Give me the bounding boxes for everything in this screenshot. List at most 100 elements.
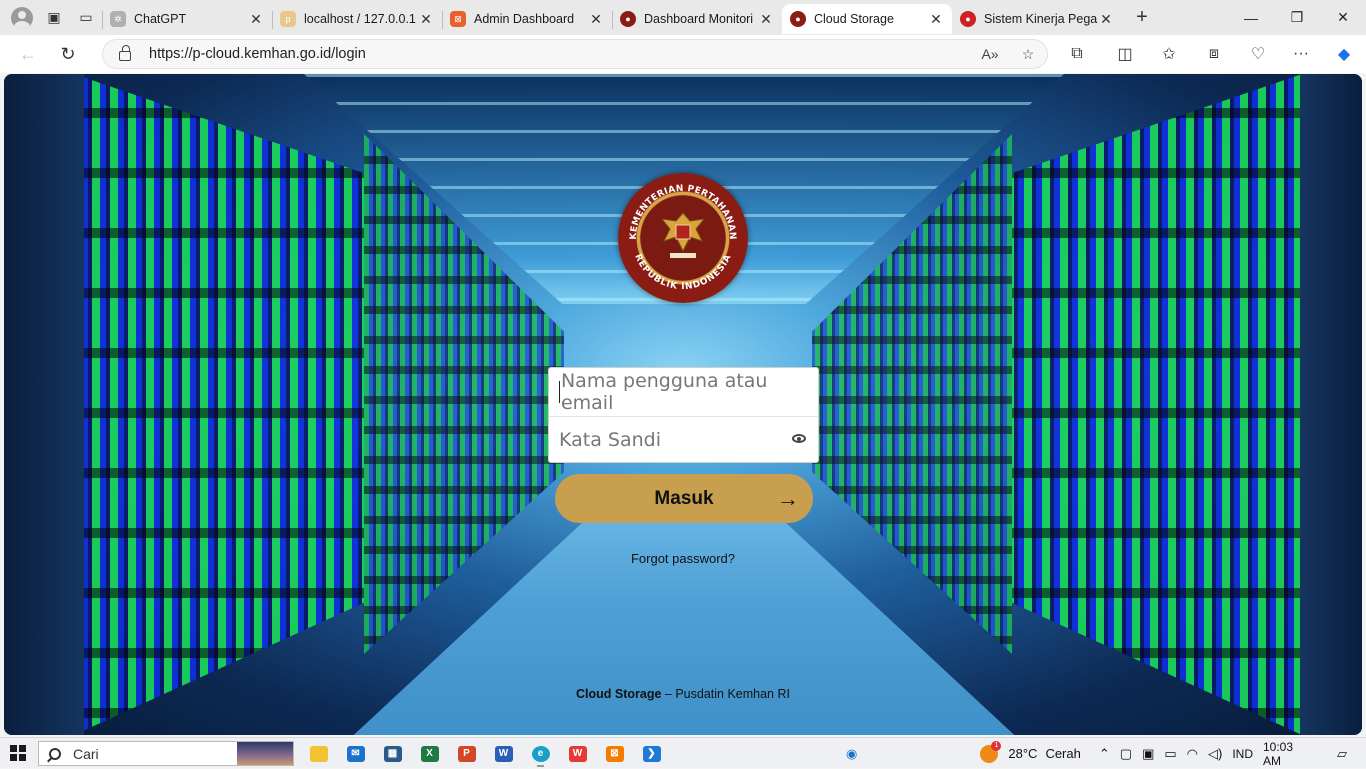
new-tab-button[interactable]: + [1122, 6, 1162, 29]
login-form: Nama pengguna atau email Kata Sandi [548, 367, 819, 463]
input-language[interactable]: IND [1227, 738, 1258, 769]
start-button[interactable] [0, 738, 36, 769]
copilot-icon[interactable]: ◆ [1322, 35, 1366, 73]
back-icon[interactable]: ← [8, 35, 48, 73]
tab-label: ChatGPT [134, 12, 187, 26]
tab-label: localhost / 127.0.0.1 [304, 12, 416, 26]
weather-badge: 1 [991, 740, 1002, 751]
browser-tab-bar: ▣ ▭ ✲ ChatGPT ✕ p localhost / 127.0.0.1 … [0, 0, 1366, 35]
xampp-icon[interactable]: ⊠ [596, 738, 633, 769]
tab-dashboard-monitoring[interactable]: ● Dashboard Monitori ✕ [612, 4, 782, 34]
close-tab-icon[interactable]: ✕ [758, 11, 774, 28]
windows-taskbar: Cari ✉ ▦ X P W e W ⊠ ❯ ◉ 1 28°C Cerah ⌃ … [0, 737, 1366, 768]
clock[interactable]: 10:03 AM [1258, 738, 1318, 769]
weather-temp: 28°C [1008, 746, 1038, 761]
vscode-icon[interactable]: ❯ [633, 738, 670, 769]
background-edge [1300, 74, 1362, 735]
show-hidden-icons-chevron-icon[interactable]: ⌃ [1094, 738, 1115, 769]
close-window-icon[interactable]: ✕ [1320, 0, 1366, 35]
network-activity-icon[interactable]: ◉ [846, 738, 857, 769]
close-tab-icon[interactable]: ✕ [1098, 11, 1114, 28]
footer-org: – Pusdatin Kemhan RI [661, 687, 790, 701]
favorite-star-icon[interactable]: ☆ [1009, 40, 1047, 68]
workspaces-icon[interactable]: ▣ [38, 4, 70, 32]
taskbar-search-box[interactable]: Cari [38, 741, 294, 766]
tab-sistem-kinerja[interactable]: ● Sistem Kinerja Pega ✕ [952, 4, 1122, 34]
close-tab-icon[interactable]: ✕ [418, 11, 434, 28]
svg-text:REPUBLIK INDONESIA: REPUBLIK INDONESIA [632, 253, 733, 292]
collections-icon[interactable]: ⧈ [1192, 35, 1236, 73]
username-input[interactable]: Nama pengguna atau email [549, 369, 818, 415]
show-password-eye-icon[interactable] [792, 434, 806, 443]
battery-icon[interactable]: ▭ [1159, 738, 1181, 769]
login-page: KEMENTERIAN PERTAHANAN REPUBLIK INDONESI… [4, 74, 1362, 735]
weather-desc: Cerah [1045, 746, 1081, 761]
tab-chatgpt[interactable]: ✲ ChatGPT ✕ [102, 4, 272, 34]
minimize-icon[interactable]: — [1228, 0, 1274, 35]
lock-icon [119, 45, 131, 61]
read-aloud-icon[interactable]: A» [971, 40, 1009, 68]
file-explorer-icon[interactable] [300, 738, 337, 769]
tab-actions-icon[interactable]: ▭ [70, 4, 102, 32]
login-submit-button[interactable]: Masuk → [555, 474, 813, 523]
edge-browser-icon[interactable]: e [522, 738, 559, 769]
split-screen-icon[interactable]: ◫ [1103, 35, 1147, 73]
weather-sun-icon: 1 [980, 740, 1002, 763]
wps-office-icon[interactable]: W [559, 738, 596, 769]
chatgpt-favicon-icon: ✲ [110, 11, 126, 27]
close-tab-icon[interactable]: ✕ [588, 11, 604, 28]
tab-localhost[interactable]: p localhost / 127.0.0.1 ✕ [272, 4, 442, 34]
footer-brand: Cloud Storage [576, 687, 662, 701]
password-input[interactable]: Kata Sandi [549, 416, 818, 462]
browser-essentials-icon[interactable]: ♡ [1236, 35, 1280, 73]
meet-icon[interactable]: ▢ [1115, 738, 1137, 769]
kemhan-favicon-icon: ● [620, 11, 636, 27]
mail-icon[interactable]: ✉ [337, 738, 374, 769]
arrow-right-icon: → [777, 486, 799, 511]
background-server-rack [74, 74, 364, 735]
background-edge [4, 74, 84, 735]
volume-icon[interactable]: ◁) [1203, 738, 1227, 769]
windows-logo-icon [10, 745, 26, 761]
tab-label: Cloud Storage [814, 12, 894, 26]
restore-icon[interactable]: ❐ [1274, 0, 1320, 35]
favorites-icon[interactable]: ✩ [1147, 35, 1191, 73]
xampp-favicon-icon: ⊠ [450, 11, 466, 27]
apps-grid-icon[interactable]: ▦ [374, 738, 411, 769]
tab-label: Sistem Kinerja Pega [984, 12, 1098, 26]
background-server-rack [1012, 74, 1302, 735]
url-field[interactable]: https://p-cloud.kemhan.go.id/login A» ☆ [102, 39, 1048, 69]
username-placeholder: Nama pengguna atau email [560, 370, 768, 414]
tab-cloud-storage[interactable]: ● Cloud Storage ✕ [782, 4, 952, 34]
sistem-kinerja-favicon-icon: ● [960, 11, 976, 27]
search-highlight-image [237, 742, 293, 765]
wifi-icon[interactable]: ◠ [1182, 738, 1203, 769]
device-icon[interactable]: ▣ [1137, 738, 1159, 769]
page-footer: Cloud Storage – Pusdatin Kemhan RI [474, 687, 892, 701]
tab-label: Dashboard Monitori [644, 12, 754, 26]
more-options-icon[interactable]: ··· [1279, 35, 1323, 73]
word-icon[interactable]: W [485, 738, 522, 769]
avatar-icon [11, 6, 33, 29]
close-tab-icon[interactable]: ✕ [248, 11, 264, 28]
submit-label: Masuk [654, 487, 714, 509]
url-text: https://p-cloud.kemhan.go.id/login [149, 46, 366, 62]
profile-avatar-button[interactable] [6, 4, 38, 32]
powerpoint-icon[interactable]: P [448, 738, 485, 769]
notifications-icon[interactable]: ▱ [1318, 738, 1366, 769]
extensions-icon[interactable]: ⧉ [1055, 35, 1099, 73]
refresh-icon[interactable]: ↻ [48, 35, 88, 73]
forgot-password-link[interactable]: Forgot password? [524, 551, 842, 566]
excel-icon[interactable]: X [411, 738, 448, 769]
password-placeholder: Kata Sandi [559, 428, 661, 451]
text-caret [559, 381, 560, 403]
phpmyadmin-favicon-icon: p [280, 11, 296, 27]
kemhan-emblem-logo: KEMENTERIAN PERTAHANAN REPUBLIK INDONESI… [618, 173, 748, 303]
kemhan-favicon-icon: ● [790, 11, 806, 27]
close-tab-icon[interactable]: ✕ [928, 11, 944, 28]
search-placeholder: Cari [73, 745, 99, 762]
tab-admin-dashboard[interactable]: ⊠ Admin Dashboard ✕ [442, 4, 612, 34]
weather-widget[interactable]: 1 28°C Cerah [975, 738, 1085, 769]
tab-label: Admin Dashboard [474, 12, 575, 26]
search-icon [49, 747, 61, 760]
